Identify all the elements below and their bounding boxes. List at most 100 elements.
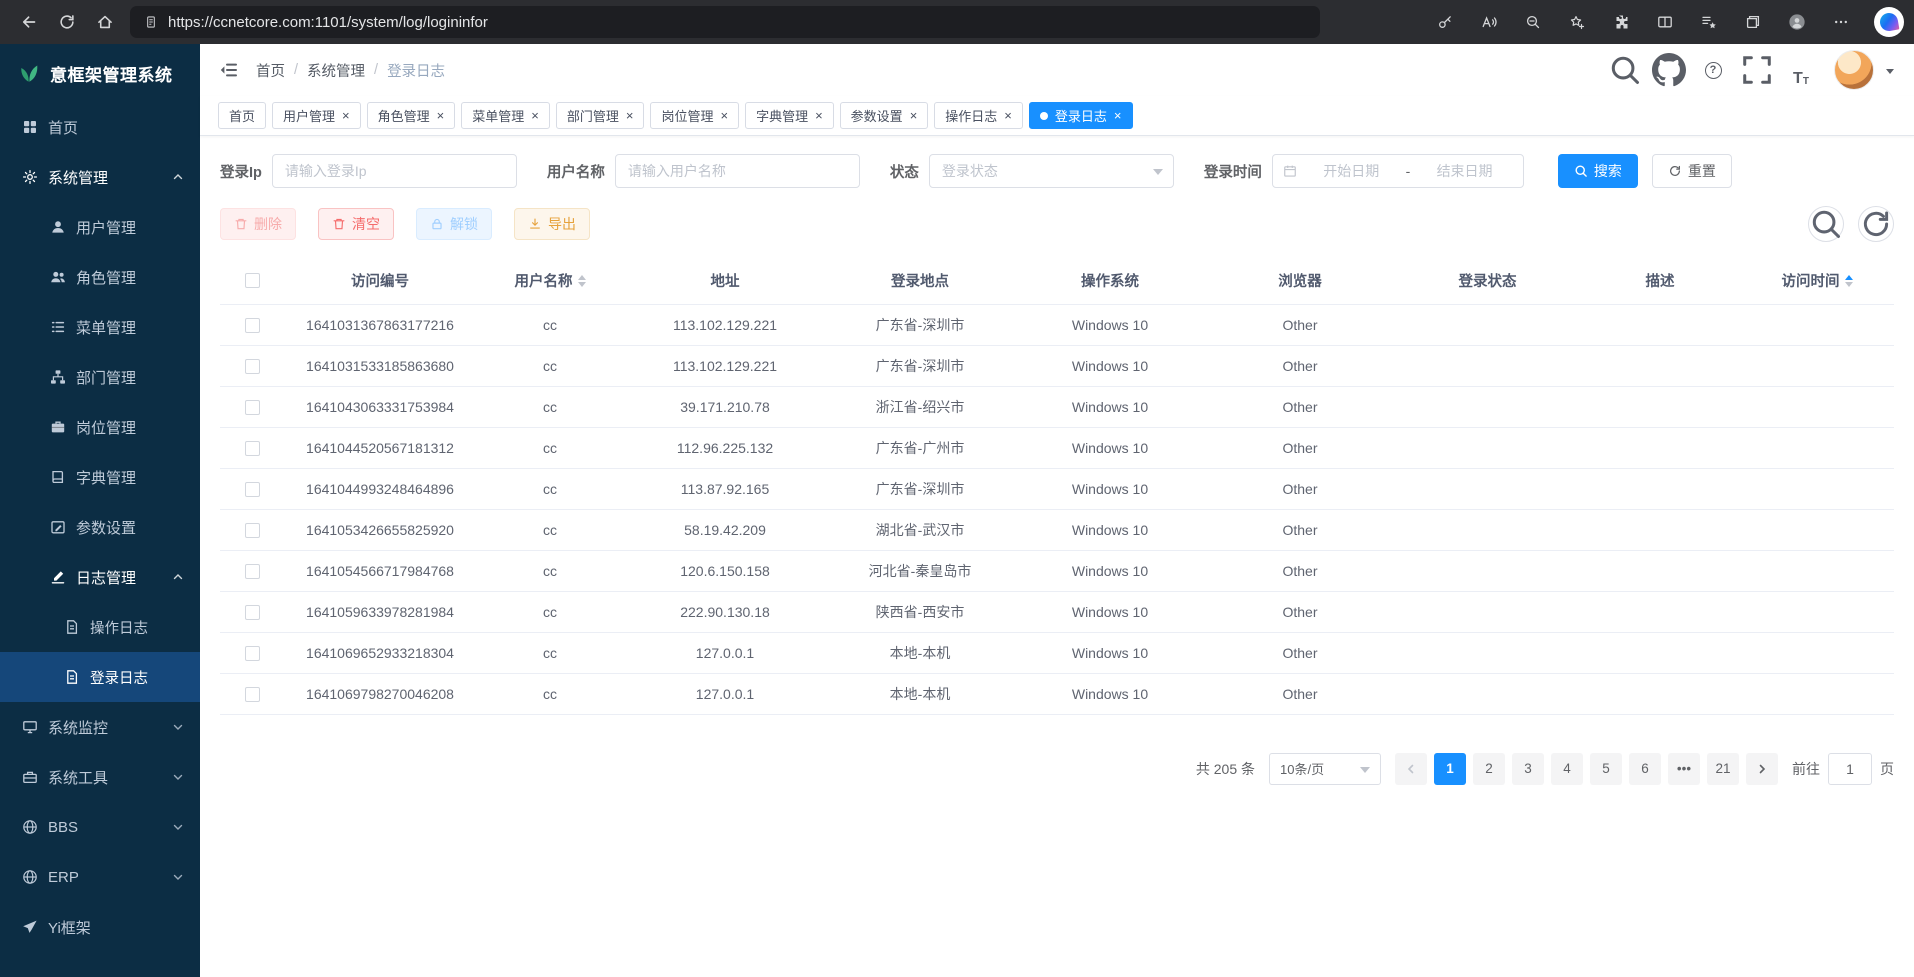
page-button[interactable]: 5 (1590, 753, 1622, 785)
username-input[interactable] (615, 154, 860, 188)
login-ip-input[interactable] (272, 154, 517, 188)
tab-role-mgmt[interactable]: 角色管理× (367, 102, 456, 129)
row-checkbox[interactable] (245, 687, 260, 702)
help-icon[interactable]: ? (1696, 53, 1730, 87)
end-date[interactable]: 结束日期 (1416, 161, 1513, 181)
tab-oper-log[interactable]: 操作日志× (934, 102, 1023, 129)
sidebar-item-yi-framework[interactable]: Yi框架 (0, 902, 200, 952)
tab-dict-mgmt[interactable]: 字典管理× (745, 102, 834, 129)
reset-button[interactable]: 重置 (1652, 154, 1732, 188)
tab-home[interactable]: 首页 (218, 102, 266, 129)
close-icon[interactable]: × (626, 109, 634, 122)
row-checkbox[interactable] (245, 523, 260, 538)
breadcrumb-system[interactable]: 系统管理 (307, 60, 365, 81)
sidebar-item-role-mgmt[interactable]: 角色管理 (0, 252, 200, 302)
more-pages-button[interactable]: ••• (1668, 753, 1700, 785)
breadcrumb-home[interactable]: 首页 (256, 60, 285, 81)
sidebar-item-bbs[interactable]: BBS (0, 802, 200, 852)
close-icon[interactable]: × (720, 109, 728, 122)
split-screen-icon[interactable] (1646, 4, 1684, 40)
prev-page-button[interactable] (1395, 753, 1427, 785)
toggle-search-icon[interactable] (1808, 206, 1844, 242)
row-checkbox[interactable] (245, 482, 260, 497)
page-button[interactable]: 3 (1512, 753, 1544, 785)
sidebar-item-system-tools[interactable]: 系统工具 (0, 752, 200, 802)
font-size-icon[interactable]: TT (1784, 53, 1818, 87)
tab-menu-mgmt[interactable]: 菜单管理× (461, 102, 550, 129)
refresh-icon[interactable] (48, 4, 86, 40)
clear-button[interactable]: 清空 (318, 208, 394, 240)
row-checkbox[interactable] (245, 400, 260, 415)
close-icon[interactable]: × (1004, 109, 1012, 122)
search-button[interactable]: 搜索 (1558, 154, 1638, 188)
sort-control[interactable] (578, 275, 586, 287)
github-icon[interactable] (1652, 53, 1686, 87)
search-icon[interactable] (1608, 53, 1642, 87)
read-aloud-icon[interactable] (1470, 4, 1508, 40)
row-checkbox[interactable] (245, 646, 260, 661)
row-checkbox[interactable] (245, 318, 260, 333)
sidebar-item-user-mgmt[interactable]: 用户管理 (0, 202, 200, 252)
status-select[interactable]: 登录状态 (929, 154, 1174, 188)
profile-avatar-icon[interactable] (1778, 4, 1816, 40)
refresh-table-icon[interactable] (1858, 206, 1894, 242)
page-size-select[interactable]: 10条/页 (1269, 753, 1381, 785)
sidebar-item-system-mgmt[interactable]: 系统管理 (0, 152, 200, 202)
row-checkbox[interactable] (245, 564, 260, 579)
page-button[interactable]: 2 (1473, 753, 1505, 785)
collections-icon[interactable] (1734, 4, 1772, 40)
sidebar-item-dept-mgmt[interactable]: 部门管理 (0, 352, 200, 402)
date-range-picker[interactable]: 开始日期 - 结束日期 (1272, 154, 1524, 188)
close-icon[interactable]: × (910, 109, 918, 122)
sidebar-item-login-log[interactable]: 登录日志 (0, 652, 200, 702)
tab-login-log[interactable]: 登录日志× (1029, 102, 1133, 129)
home-icon[interactable] (86, 4, 124, 40)
sort-control[interactable] (1845, 275, 1853, 287)
site-info-icon[interactable] (144, 15, 158, 29)
extensions-icon[interactable] (1602, 4, 1640, 40)
close-icon[interactable]: × (437, 109, 445, 122)
delete-button[interactable]: 删除 (220, 208, 296, 240)
close-icon[interactable]: × (1114, 109, 1122, 122)
sidebar-item-menu-mgmt[interactable]: 菜单管理 (0, 302, 200, 352)
sidebar-item-system-monitor[interactable]: 系统监控 (0, 702, 200, 752)
sidebar-item-log-mgmt[interactable]: 日志管理 (0, 552, 200, 602)
tab-dept-mgmt[interactable]: 部门管理× (556, 102, 645, 129)
zoom-out-icon[interactable] (1514, 4, 1552, 40)
goto-page-input[interactable] (1828, 753, 1872, 785)
row-checkbox[interactable] (245, 359, 260, 374)
export-button[interactable]: 导出 (514, 208, 590, 240)
sidebar-item-oper-log[interactable]: 操作日志 (0, 602, 200, 652)
select-all-checkbox[interactable] (245, 273, 260, 288)
favorites-icon[interactable] (1690, 4, 1728, 40)
row-checkbox[interactable] (245, 441, 260, 456)
password-key-icon[interactable] (1426, 4, 1464, 40)
sidebar-item-home[interactable]: 首页 (0, 102, 200, 152)
add-favorite-icon[interactable] (1558, 4, 1596, 40)
sidebar-item-dict-mgmt[interactable]: 字典管理 (0, 452, 200, 502)
back-icon[interactable] (10, 4, 48, 40)
page-button[interactable]: 6 (1629, 753, 1661, 785)
browser-address-bar[interactable]: https://ccnetcore.com:1101/system/log/lo… (130, 6, 1320, 38)
sidebar-item-post-mgmt[interactable]: 岗位管理 (0, 402, 200, 452)
tab-user-mgmt[interactable]: 用户管理× (272, 102, 361, 129)
start-date[interactable]: 开始日期 (1303, 161, 1400, 181)
close-icon[interactable]: × (342, 109, 350, 122)
unlock-button[interactable]: 解锁 (416, 208, 492, 240)
next-page-button[interactable] (1746, 753, 1778, 785)
fullscreen-icon[interactable] (1740, 53, 1774, 87)
close-icon[interactable]: × (531, 109, 539, 122)
page-button[interactable]: 1 (1434, 753, 1466, 785)
more-options-icon[interactable] (1822, 4, 1860, 40)
tab-post-mgmt[interactable]: 岗位管理× (650, 102, 739, 129)
copilot-icon[interactable] (1874, 7, 1904, 37)
close-icon[interactable]: × (815, 109, 823, 122)
sidebar-item-erp[interactable]: ERP (0, 852, 200, 902)
sidebar-item-param-settings[interactable]: 参数设置 (0, 502, 200, 552)
row-checkbox[interactable] (245, 605, 260, 620)
user-avatar[interactable] (1834, 50, 1874, 90)
last-page-button[interactable]: 21 (1707, 753, 1739, 785)
tab-param-settings[interactable]: 参数设置× (840, 102, 929, 129)
page-button[interactable]: 4 (1551, 753, 1583, 785)
hamburger-fold-icon[interactable] (220, 61, 238, 79)
